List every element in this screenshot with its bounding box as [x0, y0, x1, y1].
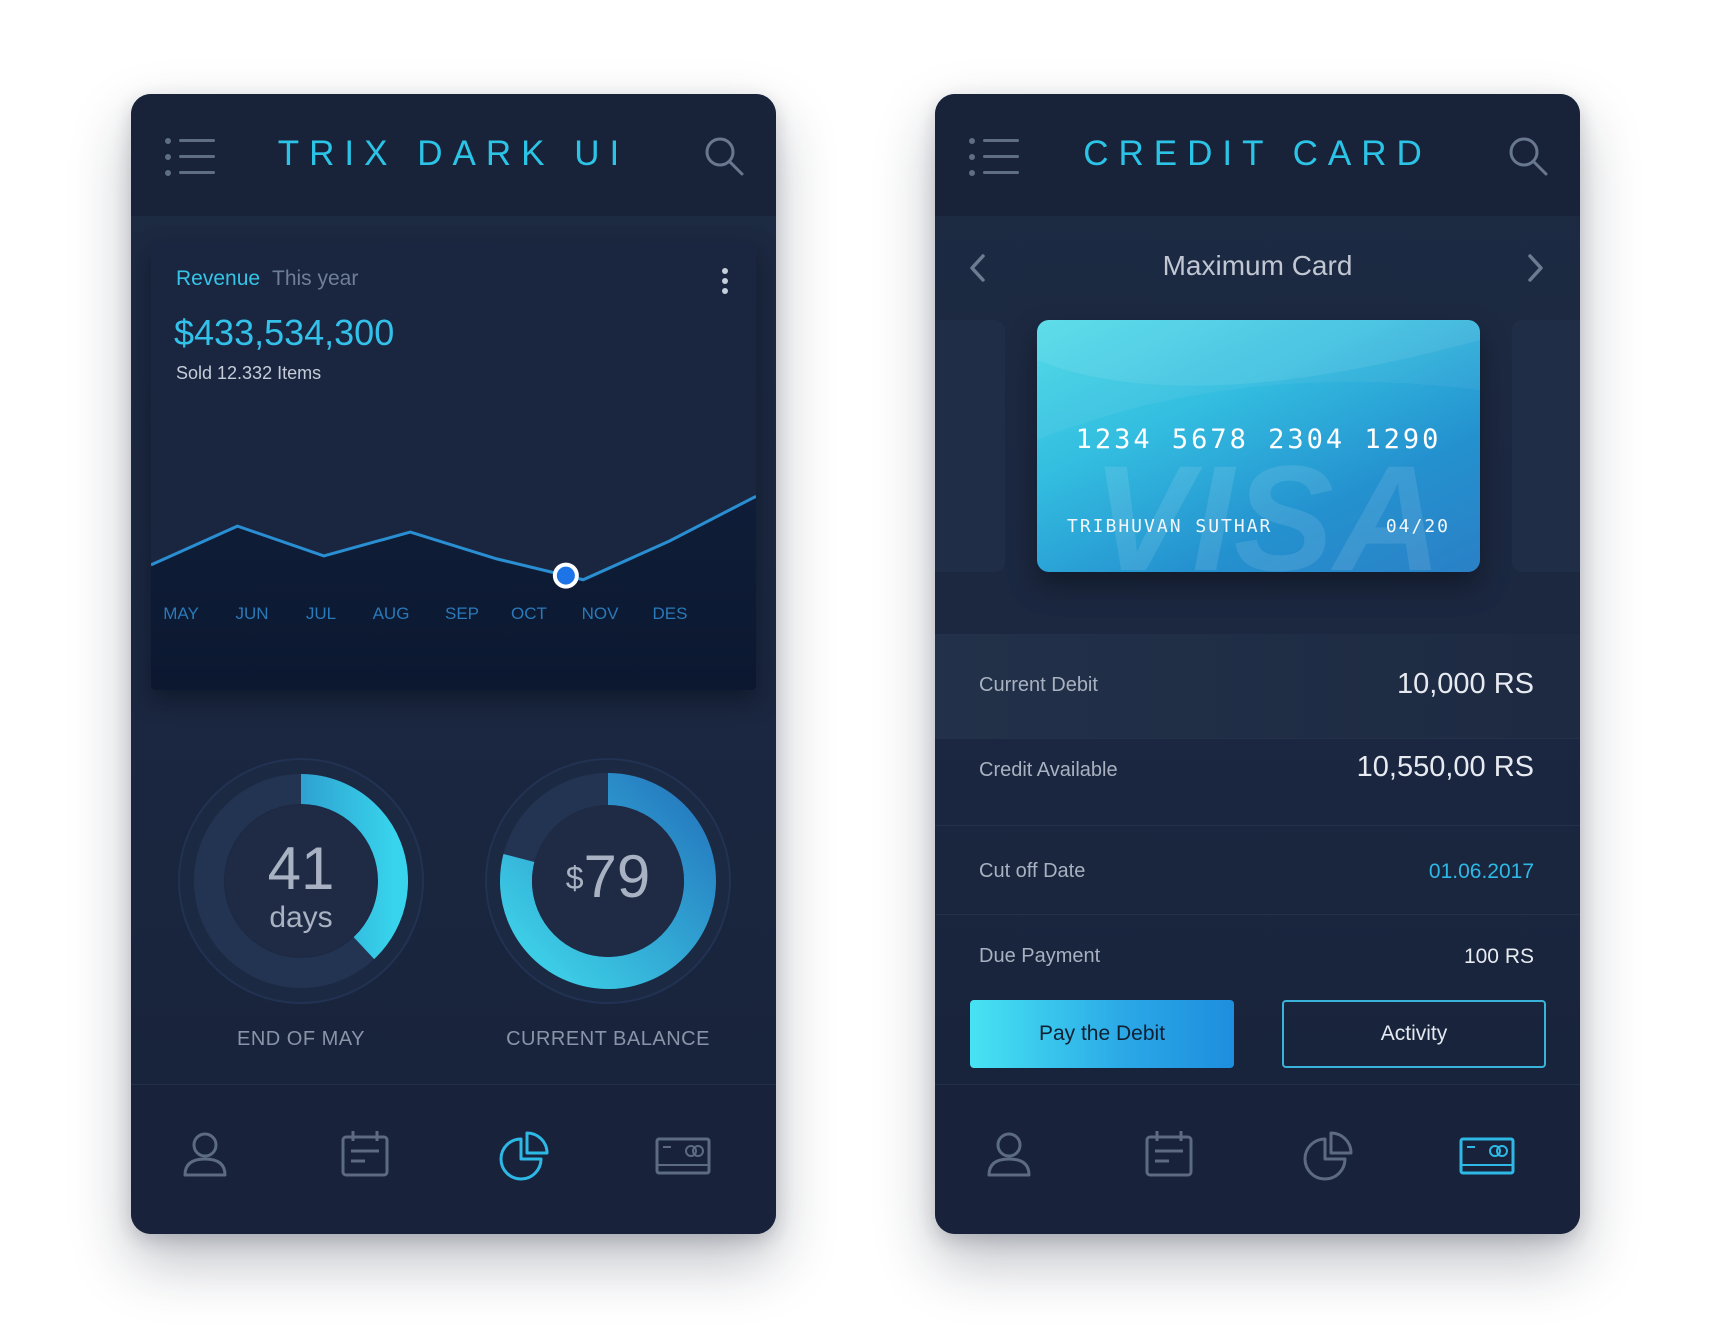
nav-calendar-icon[interactable]: [335, 1125, 395, 1185]
due-payment-value: 100 RS: [1463, 945, 1534, 968]
balance-caption: CURRENT BALANCE: [506, 1028, 710, 1050]
trix-dark-screen: TRIX DARK UI MAY JUN JUL AUG SEP OCT NOV DES Re…: [131, 94, 776, 1234]
current-debit-value: 10,000 RS: [1396, 668, 1534, 700]
header: CREDIT CARD: [935, 94, 1580, 216]
due-payment-label: Due Payment: [979, 945, 1101, 967]
revenue-amount: $433,534,300: [174, 312, 395, 353]
x-tick-label: NOV: [582, 604, 620, 623]
search-icon[interactable]: [704, 136, 744, 176]
search-icon[interactable]: [1508, 136, 1548, 176]
balance-ring: $79: [483, 756, 733, 1006]
nav-profile-icon[interactable]: [979, 1125, 1039, 1185]
nav-profile-icon[interactable]: [175, 1125, 235, 1185]
cut-off-date-label: Cut off Date: [979, 860, 1086, 882]
bottom-nav: [131, 1084, 776, 1234]
balance-value: $79: [483, 842, 733, 911]
x-tick-label: DES: [653, 604, 688, 623]
previous-card[interactable]: [935, 320, 1005, 572]
days-ring: 41 days: [176, 756, 426, 1006]
current-debit-row: Current Debit 10,000 RS: [935, 634, 1580, 739]
bottom-nav: [935, 1084, 1580, 1234]
x-tick-label: JUN: [235, 604, 268, 623]
credit-available-label: Credit Available: [979, 759, 1118, 781]
x-tick-label: SEP: [445, 604, 479, 623]
current-debit-label: Current Debit: [979, 674, 1098, 696]
revenue-period[interactable]: This year: [272, 267, 358, 291]
nav-card-icon[interactable]: [653, 1125, 713, 1185]
days-caption: END OF MAY: [237, 1028, 365, 1050]
card-holder: TRIBHUVAN SUTHAR: [1067, 516, 1273, 537]
pay-debit-button[interactable]: Pay the Debit: [970, 1000, 1234, 1068]
header: TRIX DARK UI: [131, 94, 776, 216]
balance-amount: 79: [583, 843, 651, 910]
card-expiry: 04/20: [1385, 516, 1450, 537]
days-value: 41: [267, 835, 335, 902]
more-options-icon[interactable]: [720, 268, 730, 298]
x-tick-label: AUG: [373, 604, 410, 623]
next-card[interactable]: [1512, 320, 1580, 572]
currency-symbol: $: [565, 860, 584, 896]
x-tick-label: JUL: [306, 604, 336, 623]
cut-off-date-value: 01.06.2017: [1428, 860, 1534, 883]
nav-chart-icon[interactable]: [495, 1125, 555, 1185]
highlight-point[interactable]: [552, 562, 579, 589]
page-title: CREDIT CARD: [1083, 134, 1432, 173]
due-payment-row: Due Payment 100 RS: [935, 915, 1580, 1009]
days-unit: days: [269, 901, 333, 934]
items-sold: Sold 12.332 Items: [176, 363, 322, 383]
cut-off-date-row: Cut off Date 01.06.2017: [935, 826, 1580, 915]
nav-chart-icon[interactable]: [1299, 1125, 1359, 1185]
x-tick-label: MAY: [163, 604, 199, 623]
card-number: 1234 5678 2304 1290: [1075, 424, 1442, 455]
nav-card-icon[interactable]: [1457, 1125, 1517, 1185]
card-title: Maximum Card: [1162, 250, 1353, 281]
credit-available-value: 10,550,00 RS: [1356, 751, 1534, 783]
nav-calendar-icon[interactable]: [1139, 1125, 1199, 1185]
x-tick-label: OCT: [511, 604, 547, 623]
credit-card[interactable]: VISA 1234 5678 2304 1290 TRIBHUVAN SUTHA…: [1037, 320, 1480, 572]
revenue-card: MAY JUN JUL AUG SEP OCT NOV DES Revenue This ye…: [151, 242, 756, 690]
activity-button[interactable]: Activity: [1282, 1000, 1546, 1068]
credit-available-row: Credit Available 10,550,00 RS: [935, 739, 1580, 826]
chevron-right-icon[interactable]: [1522, 252, 1548, 284]
revenue-chart: MAY JUN JUL AUG SEP OCT NOV DES: [151, 494, 756, 690]
credit-card-screen: CREDIT CARD Maximum Card VISA 1234 5678 …: [935, 94, 1580, 1234]
revenue-label: Revenue: [176, 267, 261, 290]
revenue-area: [151, 496, 756, 690]
page-title: TRIX DARK UI: [277, 134, 630, 173]
